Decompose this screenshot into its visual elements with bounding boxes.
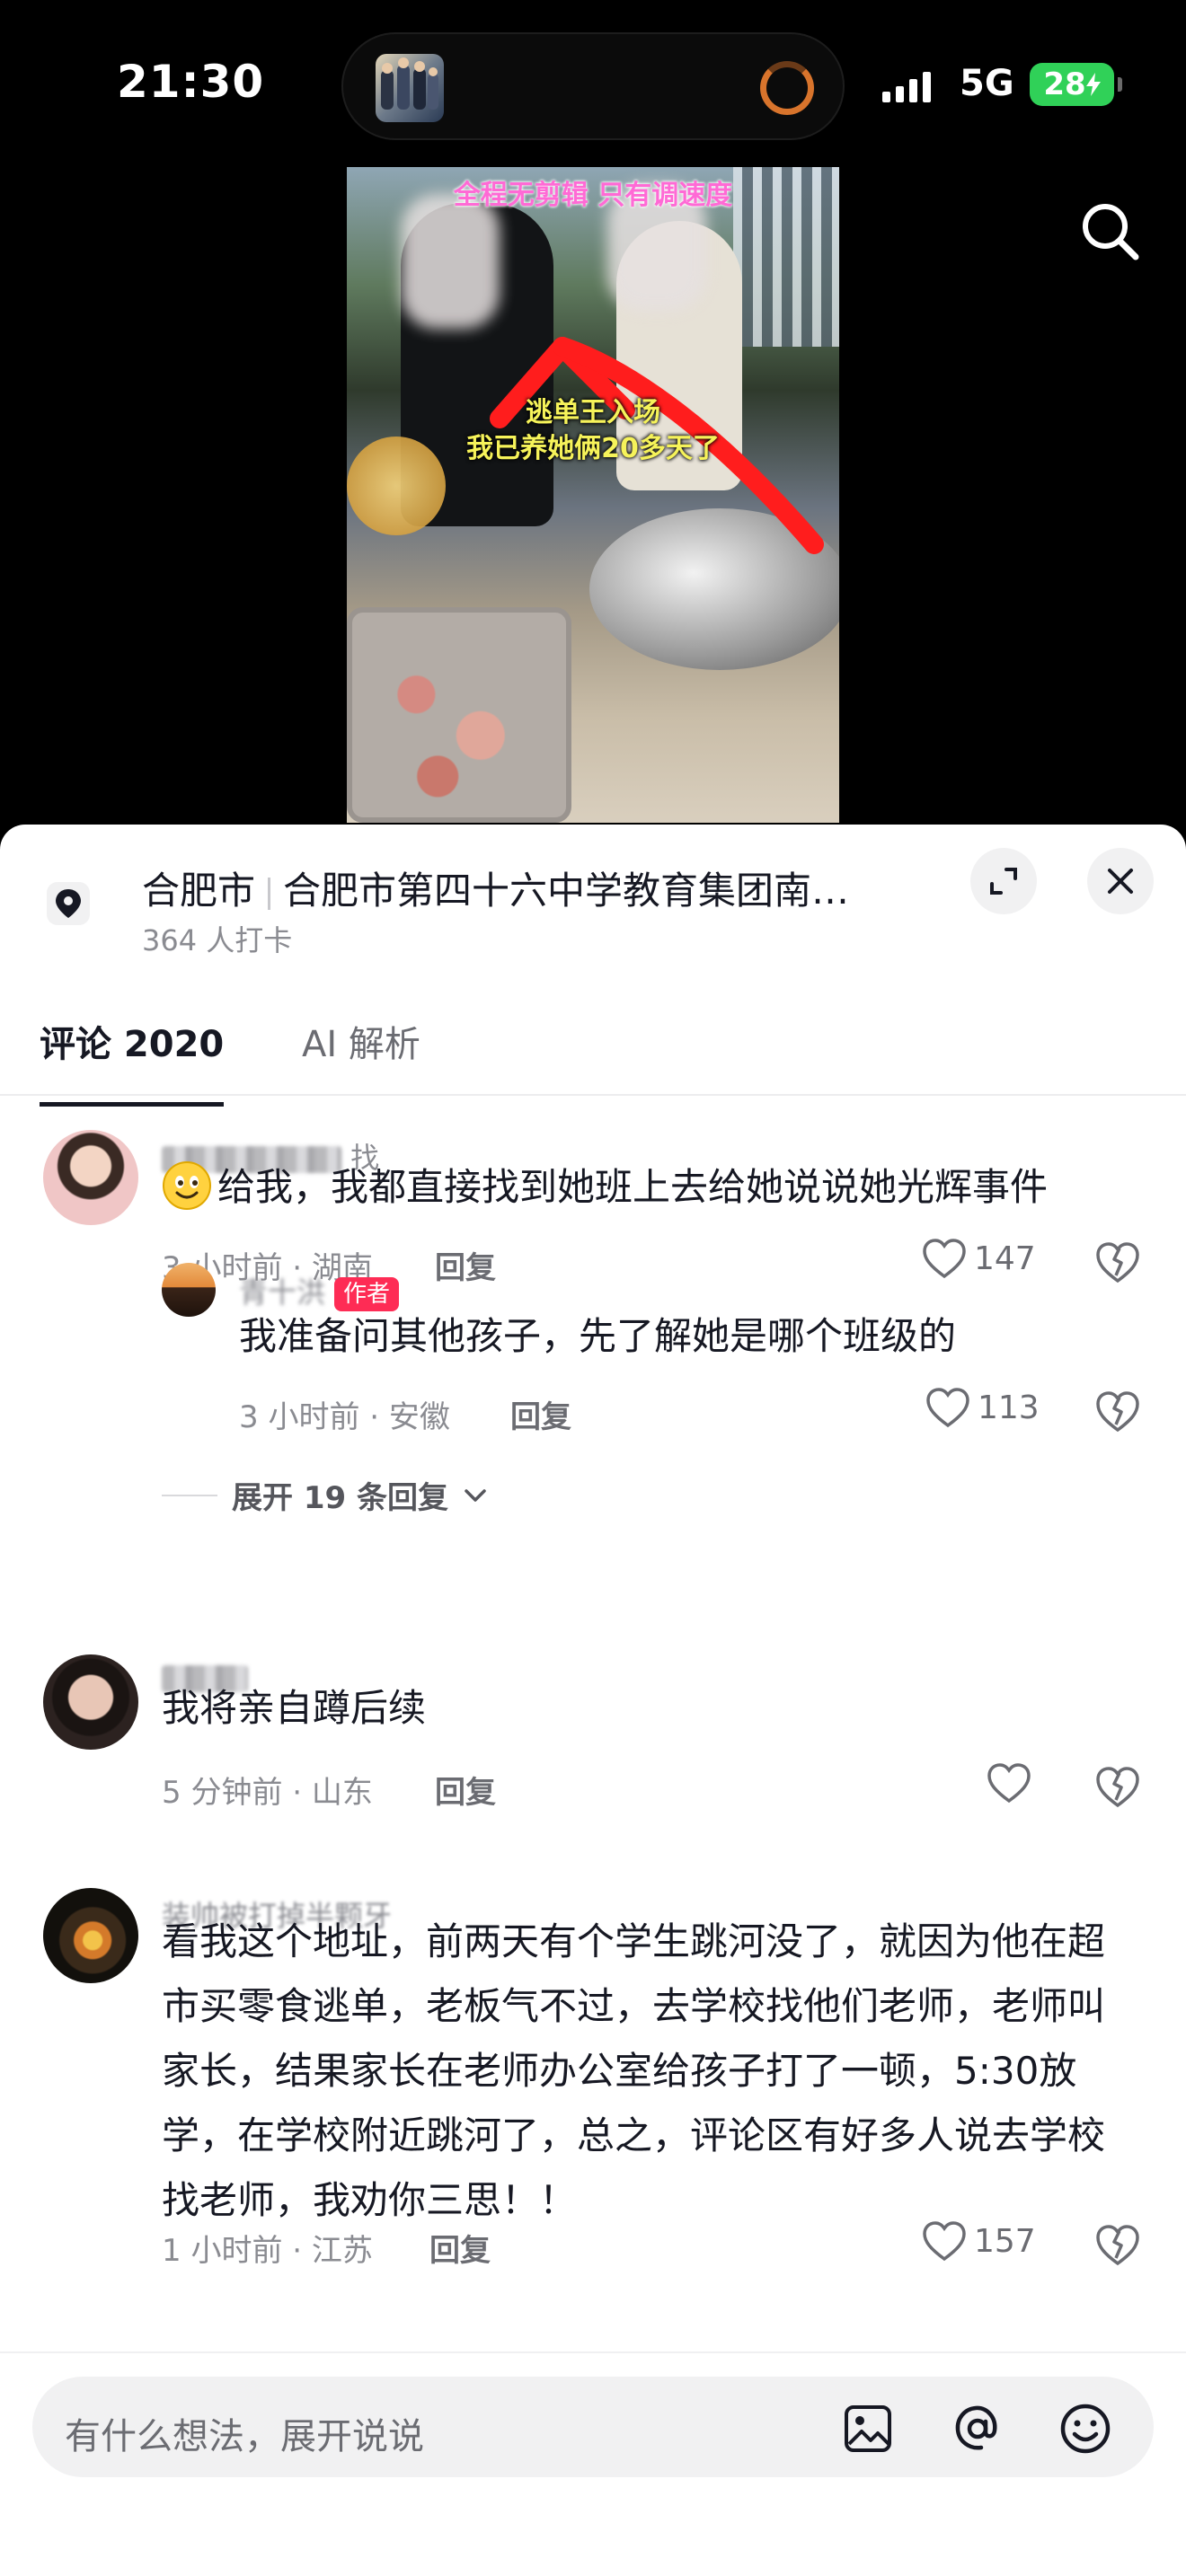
- like-button[interactable]: 147: [922, 1238, 1036, 1279]
- dislike-heart-icon[interactable]: [1094, 1762, 1141, 1809]
- location-pin-icon: [47, 882, 90, 925]
- location-city: 合肥市: [142, 869, 256, 913]
- avatar[interactable]: [43, 1654, 138, 1750]
- location-separator: [268, 877, 271, 910]
- status-bar: 21:30 5G 28: [0, 0, 1186, 171]
- like-button[interactable]: 113: [925, 1387, 1040, 1428]
- checkin-count: 364 人打卡: [142, 923, 293, 957]
- like-button[interactable]: [987, 1762, 1039, 1804]
- tab-ai-analysis[interactable]: AI 解析: [302, 1015, 420, 1067]
- expand-replies-button[interactable]: 展开 19 条回复: [162, 1473, 488, 1517]
- video-face-blur: [401, 194, 500, 329]
- activity-ring-icon: [760, 61, 814, 115]
- mention-button[interactable]: [949, 2400, 1006, 2457]
- comment-time-region: 5 分钟前 · 山东: [162, 1775, 373, 1811]
- comment-item: 找 给我，我都直接找到她班上去给她说说她光辉事件 3 小时前 · 湖南 回复 1…: [0, 1130, 1186, 1633]
- comment-input-bar: 有什么想法，展开说说: [0, 2351, 1186, 2576]
- emoji-icon: [1060, 2404, 1111, 2454]
- status-time: 21:30: [117, 56, 265, 108]
- at-icon: [955, 2405, 997, 2450]
- comment-input[interactable]: 有什么想法，展开说说: [32, 2377, 1154, 2477]
- video-player[interactable]: 全程无剪辑 只有调速度 逃单王入场 我已养她俩20多天了: [347, 167, 839, 823]
- heart-icon: [926, 1388, 969, 1428]
- reply-button[interactable]: 回复: [435, 1243, 496, 1287]
- emoji-button[interactable]: [1057, 2400, 1114, 2457]
- red-arrow-annotation: [490, 337, 824, 554]
- tab-comments[interactable]: 评论 2020: [40, 1015, 225, 1107]
- comment-time-region: 1 小时前 · 江苏: [162, 2233, 373, 2269]
- video-food-tray: [347, 607, 571, 823]
- video-caption-line1: 逃单王入场: [526, 397, 660, 428]
- close-icon: [1108, 869, 1133, 894]
- close-button[interactable]: [1087, 848, 1154, 914]
- comment-text: 我将亲自蹲后续: [162, 1686, 427, 1730]
- expand-replies-label: 展开 19 条回复: [232, 1480, 448, 1516]
- comment-text: 看我这个地址，前两天有个学生跳河没了，就因为他在超市买零食逃单，老板气不过，去学…: [162, 1919, 1106, 2222]
- comment-item: 我将亲自蹲后续 5 分钟前 · 山东 回复: [0, 1654, 1186, 1843]
- heart-icon: [987, 1763, 1031, 1804]
- minimize-icon: [990, 868, 1017, 895]
- tab-bar: 评论 2020 AI 解析: [0, 977, 1186, 1107]
- reply-button[interactable]: 回复: [510, 1392, 571, 1436]
- like-button[interactable]: 157: [922, 2220, 1036, 2262]
- reply-button[interactable]: 回复: [429, 2226, 491, 2270]
- dynamic-island[interactable]: [341, 32, 845, 140]
- location-title[interactable]: 合肥市 合肥市第四十六中学教育集团南…: [142, 860, 849, 915]
- signal-icon: [882, 70, 931, 102]
- battery-indicator: 28: [1030, 63, 1122, 106]
- expand-divider: [162, 1494, 217, 1496]
- search-button[interactable]: [1075, 196, 1146, 268]
- location-place: 合肥市第四十六中学教育集团南…: [283, 869, 850, 913]
- minimize-button[interactable]: [970, 848, 1037, 914]
- like-count: 147: [974, 1239, 1036, 1277]
- reply-button[interactable]: 回复: [435, 1768, 496, 1812]
- heart-icon: [923, 2221, 966, 2262]
- avatar[interactable]: [43, 1888, 138, 1983]
- avatar[interactable]: [43, 1130, 138, 1225]
- location-header[interactable]: 合肥市 合肥市第四十六中学教育集团南… 364 人打卡: [0, 825, 1186, 977]
- network-type: 5G: [960, 63, 1014, 104]
- comment-item: 装帅被打掉半颗牙 看我这个地址，前两天有个学生跳河没了，就因为他在超市买零食逃单…: [0, 1888, 1186, 2319]
- comment-input-placeholder: 有什么想法，展开说说: [65, 2416, 424, 2457]
- battery-level: 28: [1043, 66, 1086, 102]
- video-caption-line2: 我已养她俩20多天了: [466, 433, 720, 464]
- like-count: 157: [974, 2222, 1036, 2260]
- reply-time-region: 3 小时前 · 安徽: [239, 1399, 450, 1435]
- video-caption-top: 全程无剪辑 只有调速度: [453, 180, 733, 211]
- smile-emoji-icon: [163, 1161, 211, 1210]
- dislike-heart-icon[interactable]: [1094, 1387, 1141, 1434]
- reply-avatar[interactable]: [162, 1263, 216, 1317]
- image-button[interactable]: [839, 2400, 897, 2457]
- like-count: 113: [978, 1389, 1040, 1426]
- charging-bolt-icon: [1085, 73, 1101, 96]
- reply-text: 我准备问其他孩子，先了解她是哪个班级的: [239, 1314, 957, 1358]
- now-playing-thumbnail: [376, 54, 444, 122]
- dislike-heart-icon[interactable]: [1094, 1238, 1141, 1284]
- comment-text: 给我，我都直接找到她班上去给她说说她光辉事件: [162, 1155, 1132, 1220]
- image-icon: [845, 2405, 891, 2452]
- dislike-heart-icon[interactable]: [1094, 2220, 1141, 2267]
- comment-text-content: 给我，我都直接找到她班上去给她说说她光辉事件: [217, 1165, 1049, 1209]
- search-icon: [1083, 204, 1139, 260]
- chevron-down-icon: [465, 1488, 486, 1502]
- heart-icon: [923, 1239, 966, 1279]
- comments-sheet: 合肥市 合肥市第四十六中学教育集团南… 364 人打卡 评论 2020 AI 解析…: [0, 825, 1186, 2576]
